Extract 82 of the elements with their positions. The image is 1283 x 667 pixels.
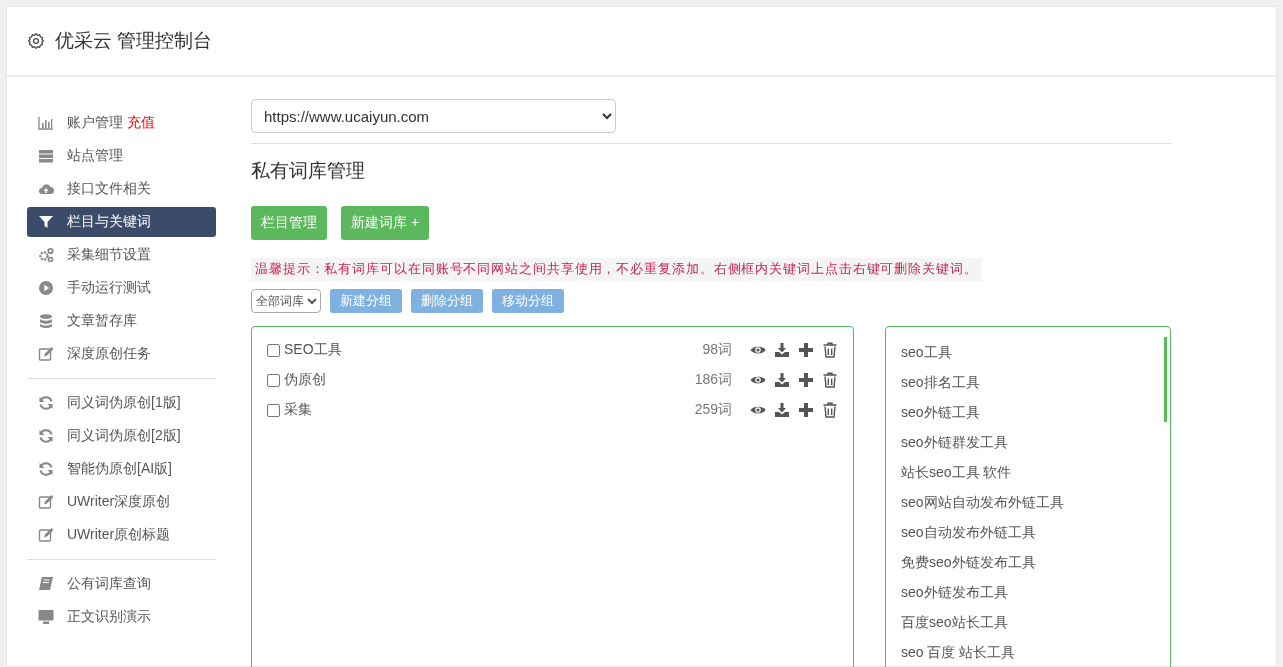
keyword-item[interactable]: seo网站自动发布外链工具	[901, 487, 1155, 517]
item-label: 账户管理	[67, 114, 123, 132]
delete-icon[interactable]	[822, 402, 838, 418]
checkbox[interactable]	[267, 373, 280, 387]
gears-icon	[37, 247, 55, 263]
keyword-item[interactable]: seo自动发布外链工具	[901, 517, 1155, 547]
sidebar-item[interactable]: 智能伪原创[AI版]	[27, 454, 216, 484]
download-icon[interactable]	[774, 372, 790, 388]
sidebar-item[interactable]: 同义词伪原创[1版]	[27, 388, 216, 418]
site-select[interactable]: https://www.ucaiyun.com	[251, 99, 616, 133]
delete-icon[interactable]	[822, 372, 838, 388]
scrollbar-thumb[interactable]	[1164, 337, 1167, 422]
sidebar-item[interactable]: 栏目与关键词	[27, 207, 216, 237]
keyword-item[interactable]: seo外链发布工具	[901, 577, 1155, 607]
item-label: 深度原创任务	[67, 345, 151, 363]
word-count: 98词	[702, 341, 732, 359]
edit-icon	[37, 494, 55, 510]
delete-icon[interactable]	[822, 342, 838, 358]
database-icon	[37, 313, 55, 329]
settings-icon	[27, 32, 45, 50]
sidebar-item[interactable]: 文章暂存库	[27, 306, 216, 336]
sidebar-item[interactable]: 账户管理 充值	[27, 108, 216, 138]
sidebar-item[interactable]: 采集细节设置	[27, 240, 216, 270]
sidebar-item[interactable]: UWriter深度原创	[27, 487, 216, 517]
word-count: 186词	[694, 371, 732, 389]
keyword-item[interactable]: seo 百度 站长工具	[901, 637, 1155, 667]
item-label: 文章暂存库	[67, 312, 137, 330]
library-name: 伪原创	[284, 371, 327, 389]
sidebar-item[interactable]: 深度原创任务	[27, 339, 216, 369]
item-label: 手动运行测试	[67, 279, 151, 297]
item-label: UWriter深度原创	[67, 493, 171, 511]
sidebar-item[interactable]: 站点管理	[27, 141, 216, 171]
item-label: 接口文件相关	[67, 180, 151, 198]
sidebar-item[interactable]: 同义词伪原创[2版]	[27, 421, 216, 451]
item-label: 正文识别演示	[67, 608, 151, 626]
keyword-item[interactable]: seo工具	[901, 337, 1155, 367]
filter-icon	[37, 214, 55, 230]
checkbox[interactable]	[267, 403, 280, 417]
item-label: 同义词伪原创[2版]	[67, 427, 181, 445]
refresh-icon	[37, 395, 55, 411]
keyword-item[interactable]: 百度seo站长工具	[901, 607, 1155, 637]
group-select[interactable]: 全部词库	[251, 289, 321, 313]
tip-text: 温馨提示：私有词库可以在同账号不同网站之间共享使用，不必重复添加。右侧框内关键词上点击右键可删除关键词。	[251, 258, 982, 281]
keyword-item[interactable]: seo外链工具	[901, 397, 1155, 427]
monitor-icon	[37, 609, 55, 625]
item-label: UWriter原创标题	[67, 526, 171, 544]
recharge-link[interactable]: 充值	[127, 114, 155, 132]
add-icon[interactable]	[798, 342, 814, 358]
word-count: 259词	[694, 401, 732, 419]
keyword-item[interactable]: seo排名工具	[901, 367, 1155, 397]
server-icon	[37, 148, 55, 164]
download-icon[interactable]	[774, 342, 790, 358]
checkbox[interactable]	[267, 343, 280, 357]
refresh-icon	[37, 461, 55, 477]
cloud-upload-icon	[37, 181, 55, 197]
item-label: 站点管理	[67, 147, 123, 165]
page-heading: 私有词库管理	[251, 159, 366, 183]
add-icon[interactable]	[798, 402, 814, 418]
keyword-item[interactable]: 站长seo工具 软件	[901, 457, 1155, 487]
sidebar-item[interactable]: 接口文件相关	[27, 174, 216, 204]
item-label: 采集细节设置	[67, 246, 151, 264]
book-icon	[37, 576, 55, 592]
refresh-icon	[37, 428, 55, 444]
edit-icon	[37, 346, 55, 362]
item-label: 智能伪原创[AI版]	[67, 460, 172, 478]
item-label: 公有词库查询	[67, 575, 151, 593]
sidebar-item[interactable]: UWriter原创标题	[27, 520, 216, 550]
add-icon[interactable]	[798, 372, 814, 388]
item-label: 同义词伪原创[1版]	[67, 394, 181, 412]
sidebar-item[interactable]: 正文识别演示	[27, 602, 216, 632]
play-icon	[37, 280, 55, 296]
download-icon[interactable]	[774, 402, 790, 418]
edit-icon	[37, 527, 55, 543]
library-name: SEO工具	[284, 341, 343, 359]
bar-chart-icon	[37, 115, 55, 131]
library-name: 采集	[284, 401, 313, 419]
sidebar-item[interactable]: 公有词库查询	[27, 569, 216, 599]
keyword-item[interactable]: 免费seo外链发布工具	[901, 547, 1155, 577]
keyword-item[interactable]: seo外链群发工具	[901, 427, 1155, 457]
app-title: 优采云 管理控制台	[55, 29, 213, 53]
sidebar-item[interactable]: 手动运行测试	[27, 273, 216, 303]
item-label: 栏目与关键词	[67, 213, 151, 231]
